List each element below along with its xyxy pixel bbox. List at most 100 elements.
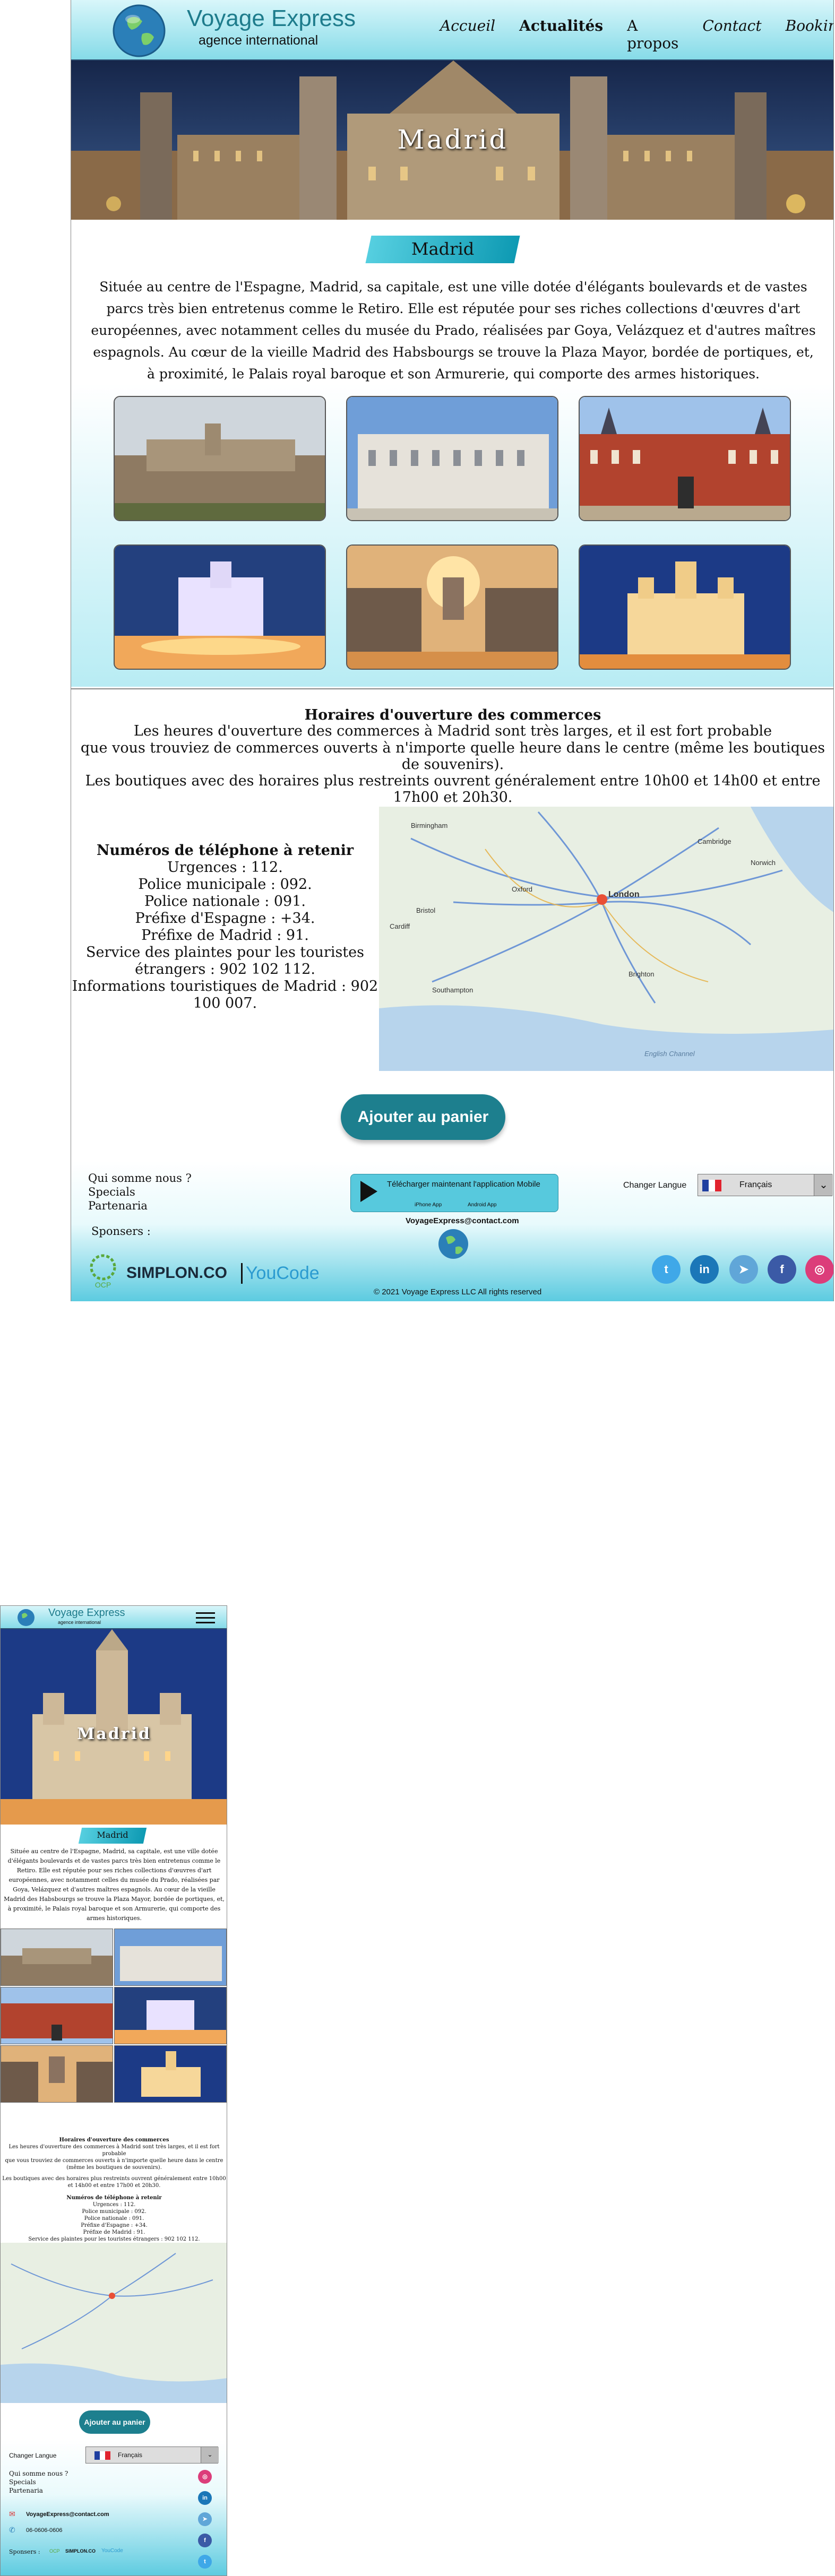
- main-nav: Accueil Actualités A propos Contact Book…: [440, 17, 833, 52]
- map-label: Oxford: [512, 885, 532, 893]
- nav-accueil[interactable]: Accueil: [440, 17, 495, 52]
- phone-item: Police nationale : 091.: [144, 893, 306, 910]
- flag-france-icon: [94, 2451, 110, 2460]
- telegram-icon[interactable]: ➤: [198, 2512, 212, 2526]
- map-label: Cardiff: [390, 922, 410, 930]
- add-to-cart-button[interactable]: Ajouter au panier: [79, 2410, 150, 2434]
- sponsor-youcode: YouCode: [101, 2548, 123, 2554]
- phones-title: Numéros de téléphone à retenir: [66, 2195, 162, 2201]
- hamburger-menu-icon[interactable]: [196, 1612, 215, 1624]
- phone-item: Police municipale : 092.: [138, 876, 312, 893]
- map-label: Norwich: [751, 859, 776, 867]
- instagram-icon[interactable]: ◎: [805, 1255, 833, 1284]
- linkedin-icon[interactable]: in: [198, 2491, 212, 2505]
- sponsor-simplon: SIMPLON.CO: [126, 1264, 228, 1282]
- android-app-link[interactable]: Android App: [468, 1202, 497, 1208]
- globe-logo-icon[interactable]: [111, 3, 167, 58]
- photo-royal-palace[interactable]: [114, 1929, 227, 1986]
- twitter-icon[interactable]: t: [198, 2555, 212, 2569]
- photo-gran-via[interactable]: [346, 544, 558, 670]
- location-map[interactable]: Birmingham Cambridge Oxford London South…: [379, 807, 833, 1071]
- sponsors-label: Sponsers :: [91, 1225, 151, 1238]
- phone-icon: ✆: [9, 2526, 15, 2535]
- hours-and-phones: Horaires d'ouverture des commerces Les h…: [1, 2137, 227, 2250]
- sponsor-ocp: OCP: [49, 2548, 60, 2554]
- instagram-icon[interactable]: ◎: [198, 2470, 212, 2484]
- phone-item: Urgences : 112.: [167, 859, 283, 876]
- hours-text-1: Les heures d'ouverture des commerces à M…: [8, 2144, 220, 2157]
- linkedin-icon[interactable]: in: [690, 1255, 719, 1284]
- telegram-icon[interactable]: ➤: [729, 1255, 758, 1284]
- footer-email[interactable]: VoyageExpress@contact.com: [406, 1216, 519, 1225]
- phone-item: Urgences : 112.: [92, 2202, 136, 2208]
- photo-gran-via[interactable]: [1, 2045, 113, 2103]
- footer-link-partners[interactable]: Partenaria: [88, 1199, 148, 1212]
- sponsors-label: Sponsers :: [9, 2548, 40, 2555]
- language-select[interactable]: Français ⌄: [85, 2447, 219, 2463]
- language-value: Français: [118, 2451, 143, 2459]
- nav-booking[interactable]: Booking: [786, 17, 833, 52]
- city-title: Madrid: [411, 239, 475, 259]
- footer-phone[interactable]: 06-0606-0606: [26, 2527, 63, 2534]
- nav-actualites[interactable]: Actualités: [519, 17, 603, 52]
- phone-item: Service des plaintes pour les touristes …: [28, 2236, 200, 2242]
- language-select[interactable]: Français ⌄: [698, 1174, 833, 1196]
- location-map[interactable]: [1, 2243, 227, 2403]
- city-title: Madrid: [97, 1830, 128, 1840]
- app-download-label: Télécharger maintenant l'application Mob…: [387, 1180, 540, 1189]
- map-label: English Channel: [644, 1050, 695, 1058]
- photo-cibeles[interactable]: [114, 1987, 227, 2044]
- mobile-app-download-button[interactable]: Télécharger maintenant l'application Mob…: [350, 1174, 558, 1212]
- mobile-header: Voyage Express agence international: [1, 1606, 227, 1629]
- brand-name[interactable]: Voyage Express: [187, 5, 356, 32]
- add-to-cart-button[interactable]: Ajouter au panier: [341, 1094, 505, 1140]
- section-divider: [71, 688, 833, 689]
- photo-palacio-cibeles[interactable]: [114, 2045, 227, 2103]
- language-label: Changer Langue: [9, 2452, 57, 2459]
- sponsor-ocp-text: OCP: [95, 1281, 111, 1289]
- site-header: Voyage Express agence international Accu…: [71, 0, 833, 60]
- chevron-down-icon[interactable]: ⌄: [201, 2447, 219, 2463]
- play-store-icon: [358, 1180, 380, 1203]
- footer-link-partners[interactable]: Partenaria: [9, 2487, 43, 2494]
- facebook-icon[interactable]: f: [768, 1255, 796, 1284]
- footer-link-about[interactable]: Qui somme nous ?: [9, 2470, 68, 2477]
- photo-cibeles[interactable]: [114, 544, 326, 670]
- hours-text-3: Les boutiques avec des horaires plus res…: [85, 773, 821, 806]
- photo-toledo[interactable]: [1, 1929, 113, 1986]
- globe-logo-icon[interactable]: [16, 1608, 36, 1627]
- photo-royal-palace[interactable]: [346, 396, 558, 521]
- brand-name[interactable]: Voyage Express: [48, 1607, 125, 1619]
- footer-link-specials[interactable]: Specials: [9, 2478, 36, 2486]
- twitter-icon[interactable]: t: [652, 1255, 681, 1284]
- photo-toledo[interactable]: [114, 396, 326, 521]
- mobile-footer: Changer Langue Français ⌄ Qui somme nous…: [1, 2440, 227, 2575]
- facebook-icon[interactable]: f: [198, 2534, 212, 2547]
- language-value: Français: [739, 1180, 772, 1189]
- hours-text-3: Les boutiques avec des horaires plus res…: [2, 2176, 226, 2189]
- photo-plaza-mayor[interactable]: [1, 1987, 113, 2044]
- nav-contact[interactable]: Contact: [702, 17, 761, 52]
- hours-title: Horaires d'ouverture des commerces: [59, 2137, 169, 2143]
- footer-link-specials[interactable]: Specials: [88, 1186, 135, 1198]
- phone-item: Préfixe de Madrid : 91.: [83, 2229, 145, 2235]
- photo-plaza-mayor[interactable]: [579, 396, 791, 521]
- brand-tagline: agence international: [199, 33, 318, 48]
- map-label: Cambridge: [698, 837, 731, 845]
- footer-link-about[interactable]: Qui somme nous ?: [88, 1172, 192, 1185]
- map-label: Bristol: [416, 906, 435, 914]
- city-intro: Située au centre de l'Espagne, Madrid, s…: [4, 1848, 225, 1922]
- sponsor-simplon: SIMPLON.CO: [65, 2548, 96, 2554]
- phone-item: Service des plaintes pour les touristes …: [85, 944, 364, 978]
- nav-a-propos[interactable]: A propos: [627, 17, 678, 52]
- hero-title: Madrid: [397, 124, 509, 155]
- chevron-down-icon[interactable]: ⌄: [814, 1174, 833, 1196]
- sponsor-ocp-logo: OCP: [87, 1252, 119, 1290]
- photo-palacio-cibeles[interactable]: [579, 544, 791, 670]
- phone-numbers: Numéros de téléphone à retenir Urgences …: [71, 842, 379, 1012]
- iphone-app-link[interactable]: iPhone App: [415, 1202, 442, 1208]
- footer-email[interactable]: VoyageExpress@contact.com: [26, 2511, 109, 2518]
- map-label: Southampton: [432, 986, 473, 994]
- hours-text-2: que vous trouviez de commerces ouverts à…: [5, 2158, 223, 2171]
- hero-banner: Madrid: [1, 1629, 227, 1825]
